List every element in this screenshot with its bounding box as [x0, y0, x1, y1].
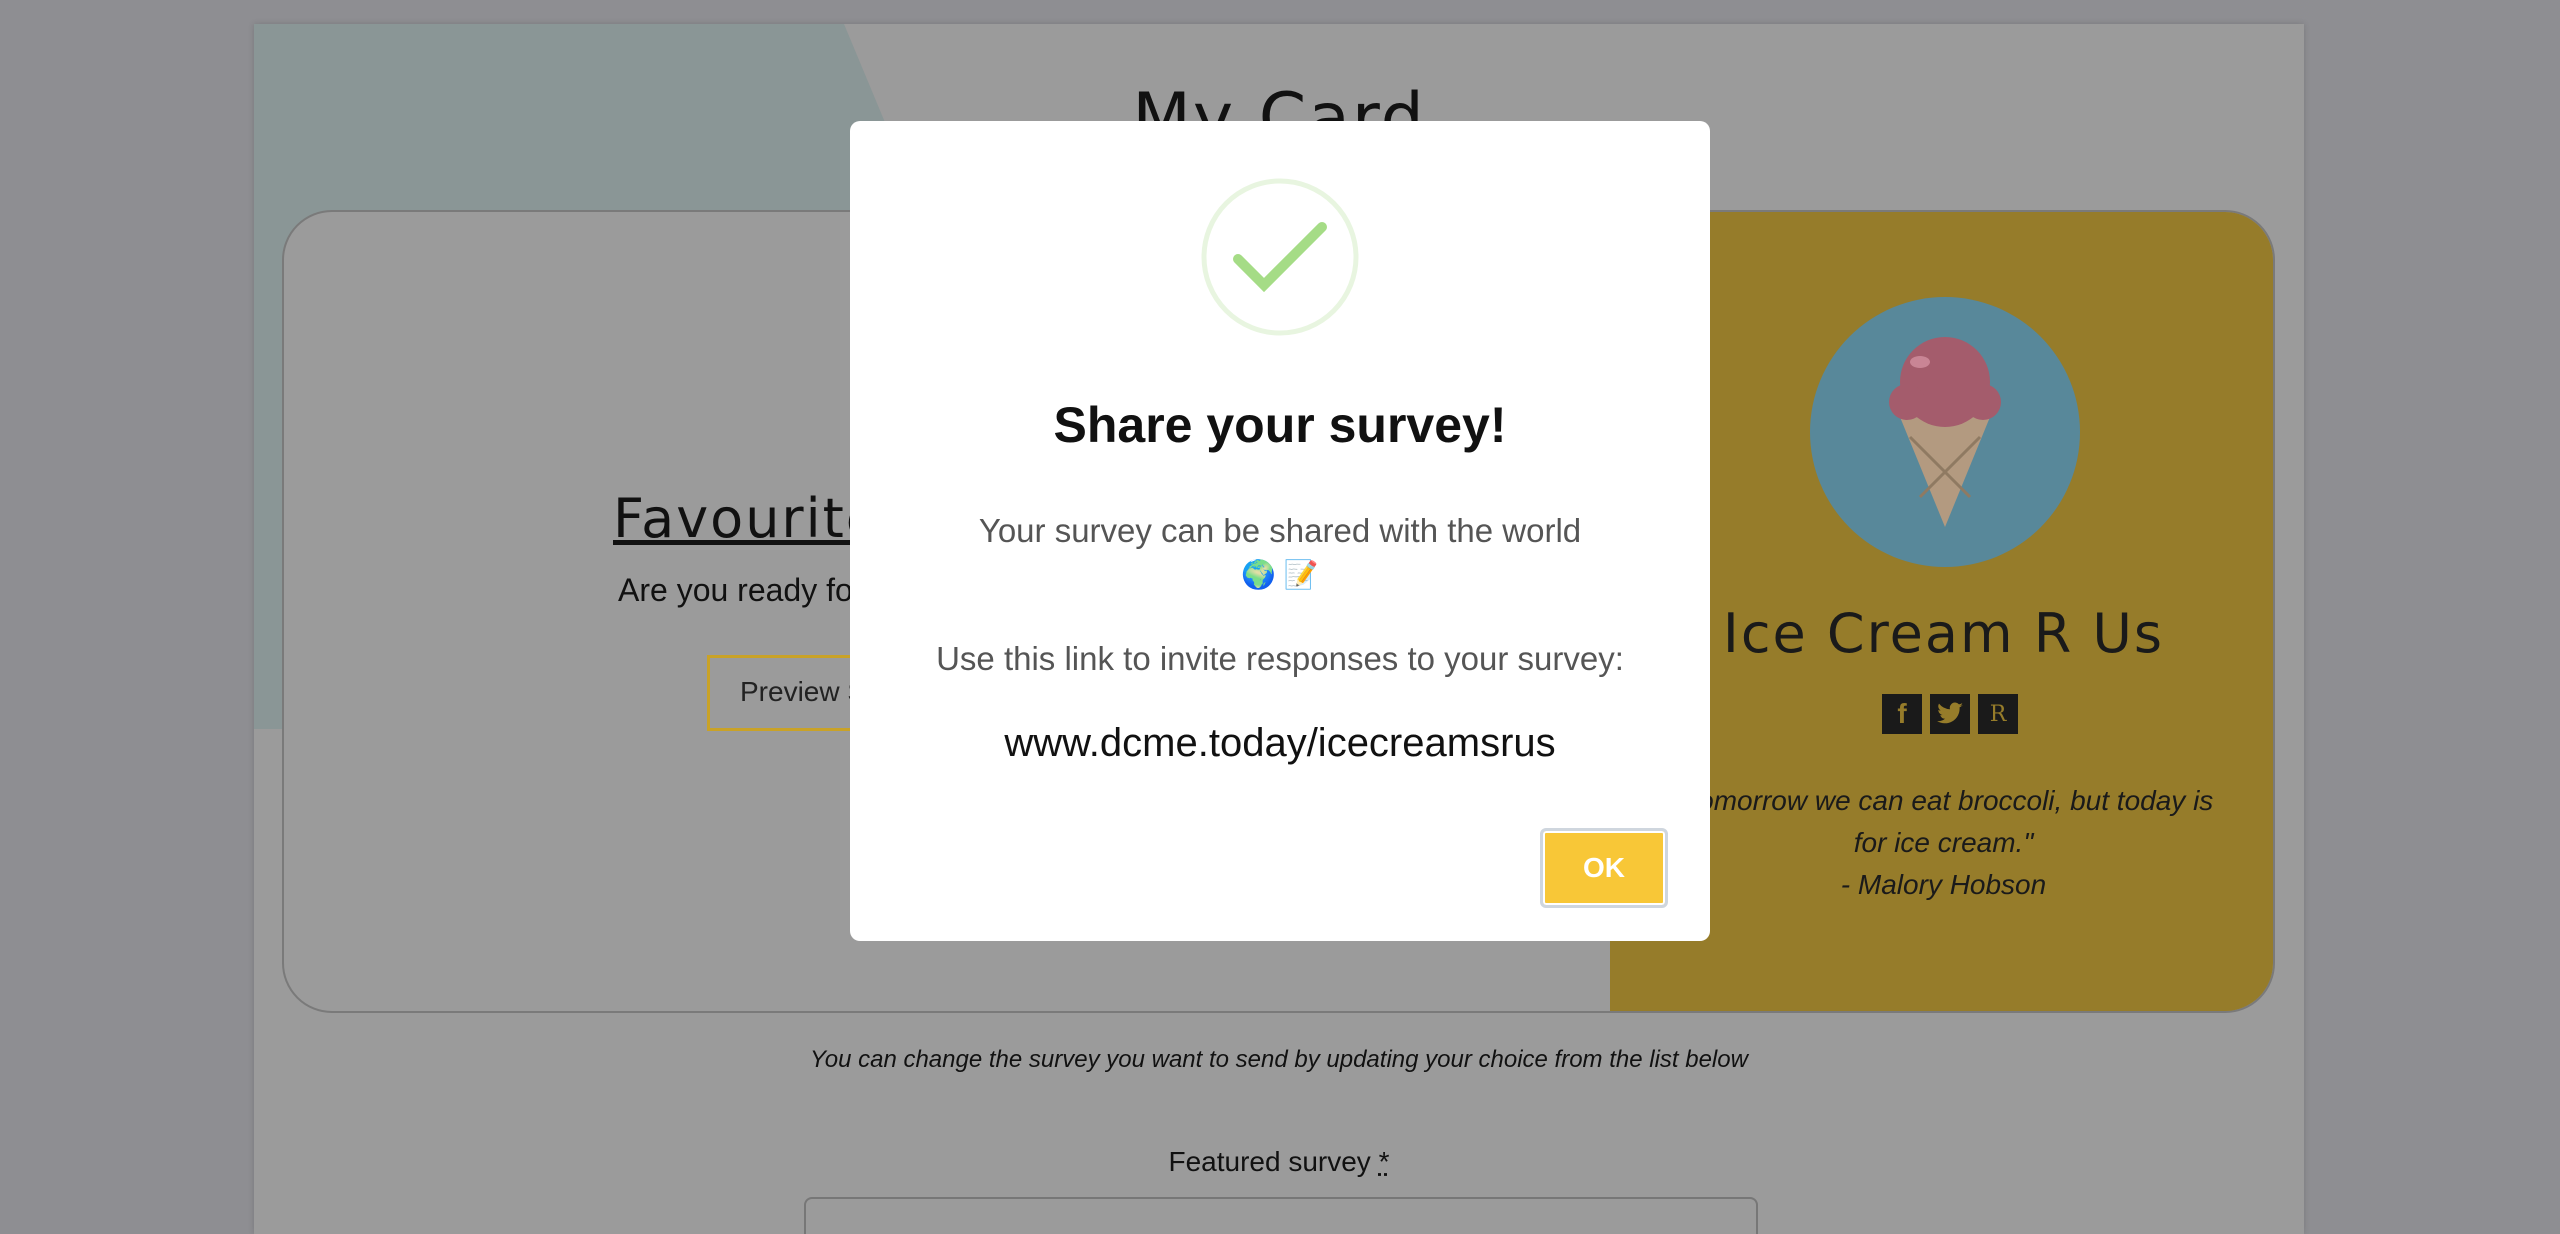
card-heading: Favourite [613, 487, 881, 550]
featured-survey-label: Featured survey * [254, 1146, 2304, 1178]
featured-survey-select[interactable] [804, 1197, 1758, 1234]
social-links: f R [1882, 694, 2018, 734]
success-check-icon [1200, 177, 1360, 337]
twitter-icon[interactable] [1930, 694, 1970, 734]
dialog-message: Your survey can be shared with the world… [850, 509, 1710, 597]
survey-url[interactable]: www.dcme.today/icecreamsrus [850, 721, 1710, 766]
required-marker: * [1379, 1146, 1390, 1177]
ice-cream-icon [1810, 297, 2080, 567]
globe-memo-emojis: 🌍 📝 [850, 553, 1710, 597]
facebook-icon[interactable]: f [1882, 694, 1922, 734]
card-subtext: Are you ready fo [618, 572, 853, 609]
link-intro: Use this link to invite responses to you… [850, 640, 1710, 678]
ok-button[interactable]: OK [1540, 828, 1668, 908]
dialog-title: Share your survey! [850, 396, 1710, 454]
r-icon[interactable]: R [1978, 694, 2018, 734]
share-survey-dialog: Share your survey! Your survey can be sh… [850, 121, 1710, 941]
ice-cream-logo [1810, 297, 2080, 567]
change-survey-note: You can change the survey you want to se… [254, 1046, 2304, 1074]
